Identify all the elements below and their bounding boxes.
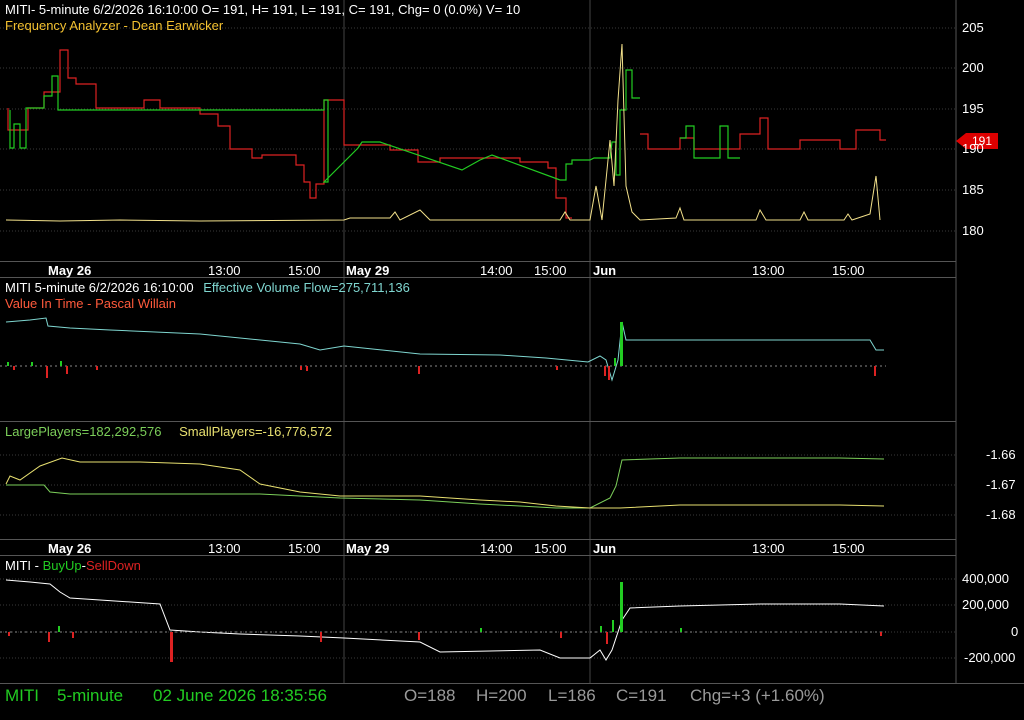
price-line-down <box>7 49 572 219</box>
last-price-label: 191 <box>972 134 993 148</box>
frequency-line <box>5 43 881 222</box>
volume-axis-tick: -200,000 <box>964 650 1016 665</box>
evf-pane-title: MITI 5-minute 6/2/2026 16:10:00 <box>5 280 194 295</box>
time-label: 14:00 <box>480 263 513 278</box>
time-label: Jun <box>593 541 617 556</box>
evf-bars <box>7 322 876 380</box>
price-axis-tick: 205 <box>962 20 984 35</box>
time-label: May 26 <box>48 263 92 278</box>
evf-value: Effective Volume Flow=275,711,136 <box>203 280 410 295</box>
status-datetime: 02 June 2026 18:35:56 <box>153 686 327 705</box>
time-label: 15:00 <box>288 263 321 278</box>
time-label: 15:00 <box>534 263 567 278</box>
players-axis-tick: -1.66 <box>986 447 1016 462</box>
pane-divider <box>0 277 956 278</box>
price-line-up <box>9 69 640 183</box>
selldown-label: SellDown <box>85 558 141 573</box>
status-close: C=191 <box>616 686 667 705</box>
frequency-study-label: Frequency Analyzer - Dean Earwicker <box>5 18 224 33</box>
price-axis-tick: 195 <box>962 101 984 116</box>
price-axis-tick: 200 <box>962 60 984 75</box>
price-axis-tick: 180 <box>962 223 984 238</box>
time-label: May 29 <box>346 541 390 556</box>
time-axis-bottom: May 26 13:00 15:00 May 29 14:00 15:00 Ju… <box>0 541 956 556</box>
large-players-line <box>6 457 885 509</box>
time-label: May 29 <box>346 263 390 278</box>
time-label: 15:00 <box>288 541 321 556</box>
time-label: 15:00 <box>534 541 567 556</box>
players-axis-tick: -1.68 <box>986 507 1016 522</box>
evf-line <box>5 317 884 382</box>
time-label: 13:00 <box>752 263 785 278</box>
pane-divider <box>0 539 956 540</box>
status-interval: 5-minute <box>57 686 124 705</box>
buyup-label: BuyUp <box>42 558 82 573</box>
time-label: 15:00 <box>832 263 865 278</box>
small-players-value: SmallPlayers=-16,776,572 <box>179 424 332 439</box>
buyup-selldown-header: MITI - BuyUp-SellDown <box>5 558 141 573</box>
pane-divider <box>0 261 956 262</box>
time-label: 13:00 <box>752 541 785 556</box>
price-pane-header: MITI- 5-minute 6/2/2026 16:10:00 O= 191,… <box>5 2 521 17</box>
large-players-value: LargePlayers=182,292,576 <box>5 424 162 439</box>
volume-axis-tick: 400,000 <box>962 571 1009 586</box>
status-low: L=186 <box>548 686 596 705</box>
price-line-late-up <box>680 125 740 159</box>
time-label: Jun <box>593 263 617 278</box>
grid-lines <box>0 27 956 659</box>
time-label: May 26 <box>48 541 92 556</box>
volume-pane-prefix: MITI - <box>5 558 39 573</box>
evf-pane-header: MITI 5-minute 6/2/2026 16:10:00 Effectiv… <box>5 280 410 295</box>
status-symbol: MITI <box>5 686 39 705</box>
small-players-line <box>5 457 885 509</box>
status-open: O=188 <box>404 686 456 705</box>
time-label: 14:00 <box>480 541 513 556</box>
time-axis-top: May 26 13:00 15:00 May 29 14:00 15:00 Ju… <box>0 263 956 278</box>
value-in-time-label: Value In Time - Pascal Willain <box>5 296 176 311</box>
day-separators <box>343 0 591 684</box>
volume-axis-tick: 200,000 <box>962 597 1009 612</box>
time-label: 13:00 <box>208 263 241 278</box>
status-high: H=200 <box>476 686 527 705</box>
volume-bars <box>8 582 882 662</box>
price-line-late <box>640 117 886 150</box>
status-bar: MITI 5-minute 02 June 2026 18:35:56 O=18… <box>0 684 1024 720</box>
buyup-selldown-line <box>5 579 885 661</box>
volume-axis-tick: 0 <box>1011 624 1019 639</box>
pane-divider <box>0 555 956 556</box>
players-axis-tick: -1.67 <box>986 477 1016 492</box>
chart-canvas[interactable] <box>0 0 1024 720</box>
price-axis-tick: 185 <box>962 182 984 197</box>
status-change: Chg=+3 (+1.60%) <box>690 686 825 705</box>
players-pane-header: LargePlayers=182,292,576 SmallPlayers=-1… <box>5 424 332 439</box>
time-label: 15:00 <box>832 541 865 556</box>
pane-divider <box>0 421 956 422</box>
time-label: 13:00 <box>208 541 241 556</box>
